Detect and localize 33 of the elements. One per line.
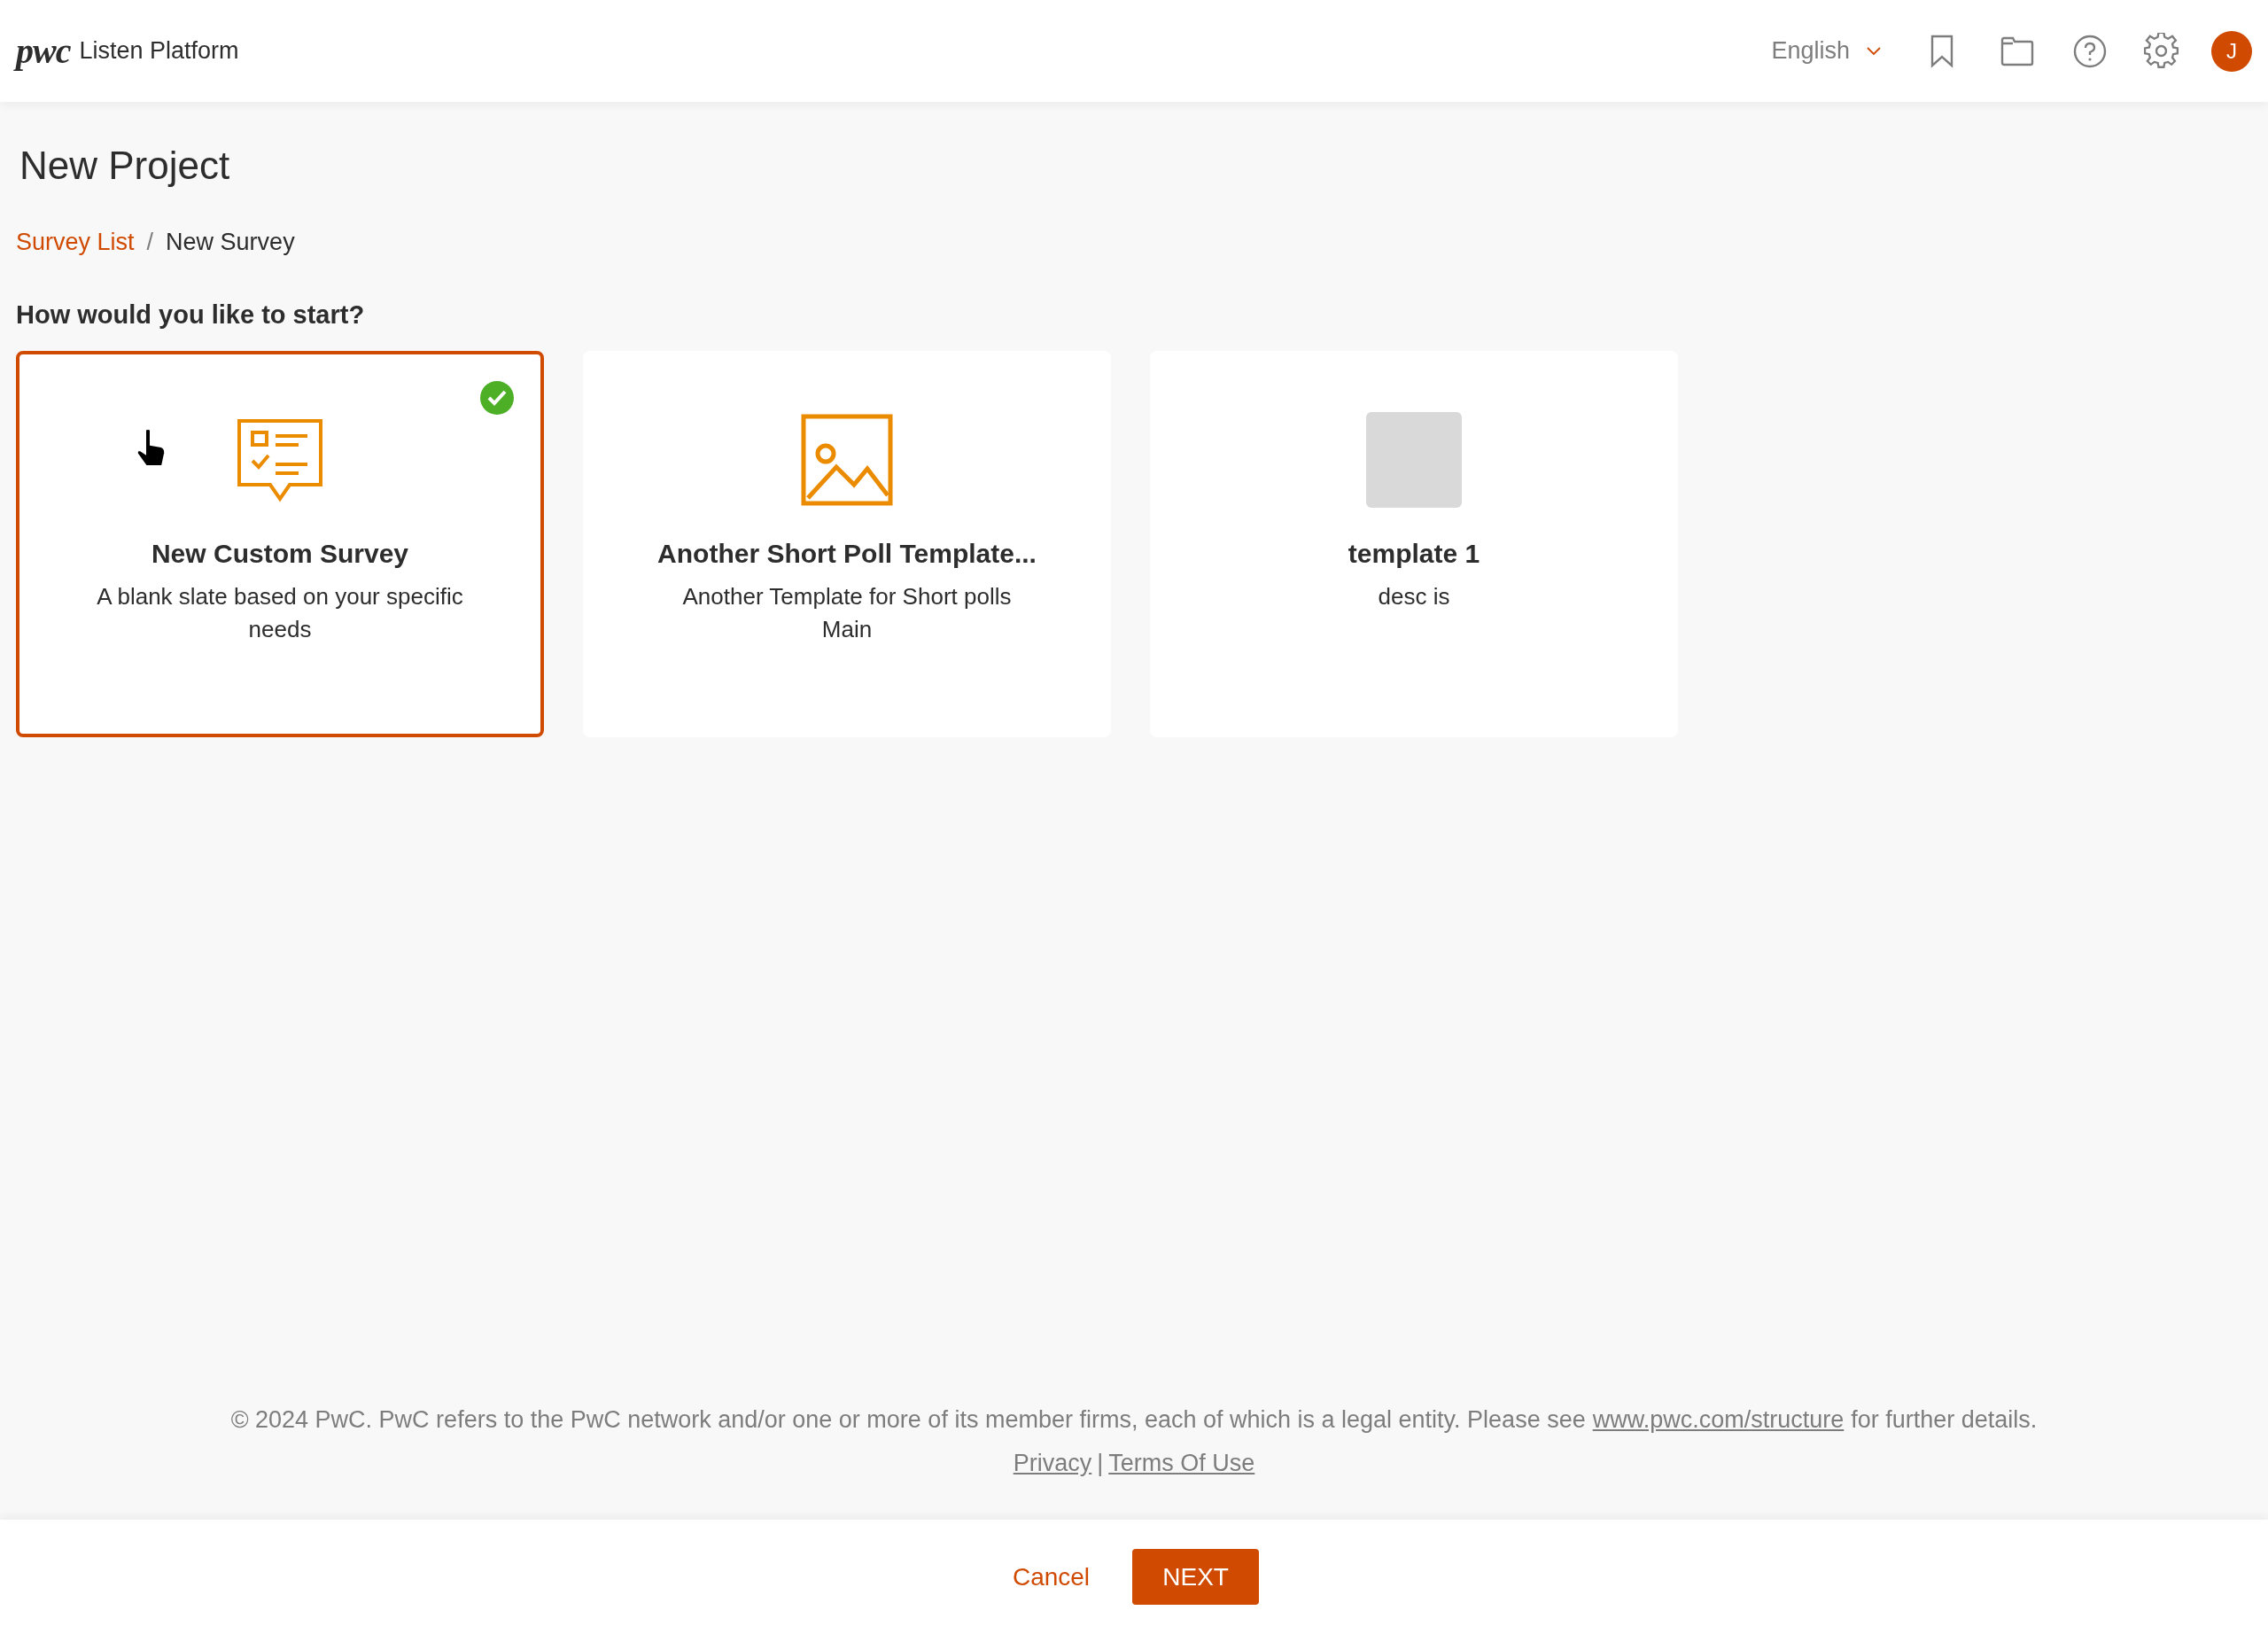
next-button[interactable]: NEXT [1132,1549,1260,1605]
cancel-button[interactable]: Cancel [1008,1558,1094,1596]
image-icon [801,414,893,506]
breadcrumb-link[interactable]: Survey List [16,230,135,254]
help-icon[interactable] [2073,34,2107,68]
bookmark-icon[interactable] [1930,34,1954,68]
copyright-text: © 2024 PwC. PwC refers to the PwC network and/or one or more of its member firms, each of which is a legal entity. Please see [230,1405,1586,1435]
card-description: desc is [1377,582,1451,611]
user-avatar[interactable]: J [2211,30,2252,72]
card-description: A blank slate based on your specific needs [96,582,464,644]
copyright-text: for further details. [1851,1405,2038,1435]
footer-link[interactable]: Terms Of Use [1108,1444,1255,1481]
template-card[interactable]: Another Short Poll Template... Another Template for Short polls Main [583,351,1111,737]
template-card[interactable]: template 1 desc is [1150,351,1678,737]
question-heading: How would you like to start? [16,302,366,328]
page-title: New Project [19,146,231,185]
card-description: Another Template for Short polls Main [681,582,1013,644]
footer-link[interactable]: Privacy [1013,1444,1092,1481]
folder-icon[interactable] [2000,35,2034,66]
card-title: Another Short Poll Template... [657,538,1037,570]
chevron-down-icon [1866,46,1882,56]
card-title: template 1 [1348,538,1480,570]
settings-icon[interactable] [2144,32,2179,70]
check-icon [480,381,514,415]
language-dropdown[interactable]: English [1771,33,1882,69]
survey-form-icon [237,417,323,502]
app-name: Listen Platform [79,36,239,66]
link-separator: | [1097,1448,1104,1478]
structure-link[interactable]: www.pwc.com/structure [1592,1402,1845,1438]
card-title: New Custom Survey [151,538,409,570]
template-card[interactable]: New Custom Survey A blank slate based on your specific needs [16,351,544,737]
breadcrumb-current: New Survey [166,230,295,254]
breadcrumb-separator: / [146,230,154,254]
